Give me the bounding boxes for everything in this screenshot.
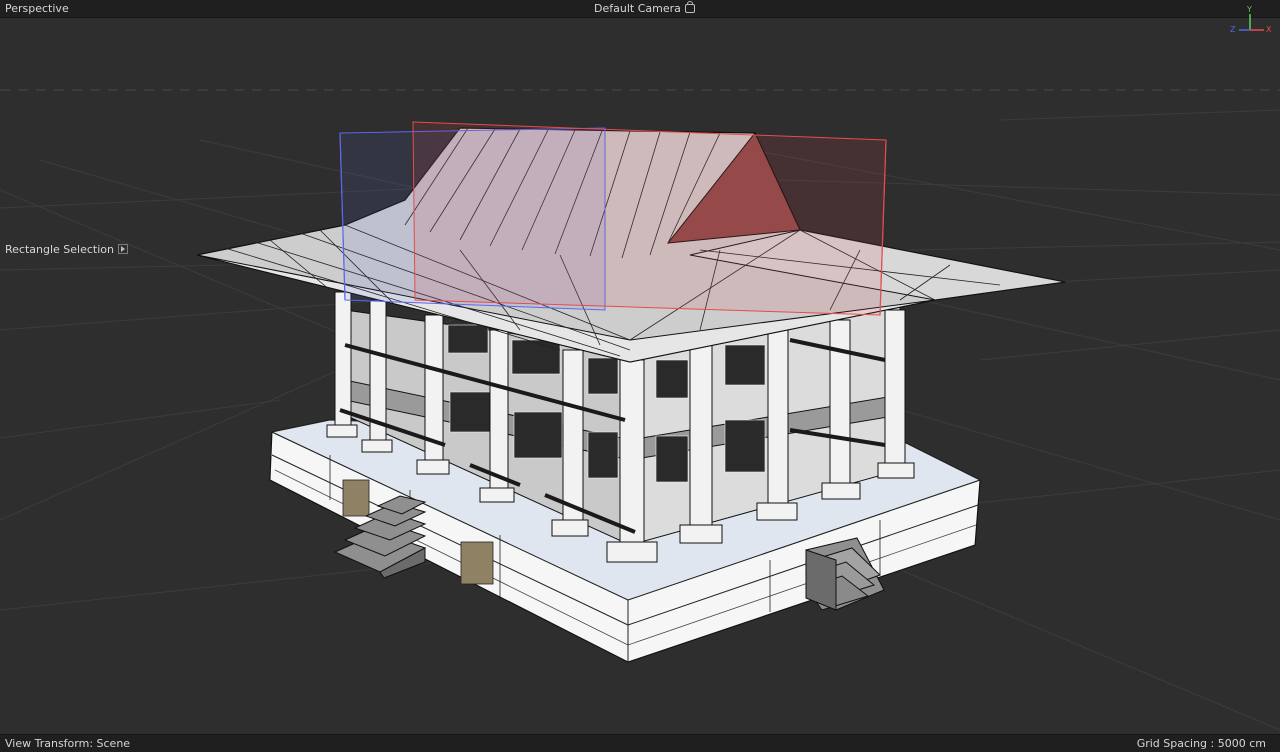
symmetry-planes[interactable] xyxy=(339,121,887,316)
axis-y-label: Y xyxy=(1246,5,1252,14)
viewport-header: Perspective Default Camera xyxy=(0,0,1280,18)
expand-arrow-icon[interactable] xyxy=(118,244,128,254)
lock-icon[interactable] xyxy=(684,1,695,13)
axis-x-label: X xyxy=(1266,25,1272,34)
camera-menu[interactable]: Default Camera xyxy=(594,1,695,15)
view-name[interactable]: Perspective xyxy=(5,2,69,15)
3d-viewport[interactable]: Perspective Default Camera Y Z X Rectang… xyxy=(0,0,1280,752)
camera-label: Default Camera xyxy=(594,2,681,15)
view-transform-label: View Transform: Scene xyxy=(5,737,131,750)
viewport-footer: View Transform: Scene Grid Spacing : 500… xyxy=(0,734,1280,752)
axis-z-label: Z xyxy=(1230,25,1236,34)
hud-tool-label[interactable]: Rectangle Selection xyxy=(5,243,128,256)
axis-gizmo: Y Z X xyxy=(1230,5,1272,34)
grid-spacing-label: Grid Spacing : 5000 cm xyxy=(1136,737,1266,750)
rectangle-selection-label: Rectangle Selection xyxy=(5,243,114,256)
scene-canvas[interactable] xyxy=(0,0,1280,752)
